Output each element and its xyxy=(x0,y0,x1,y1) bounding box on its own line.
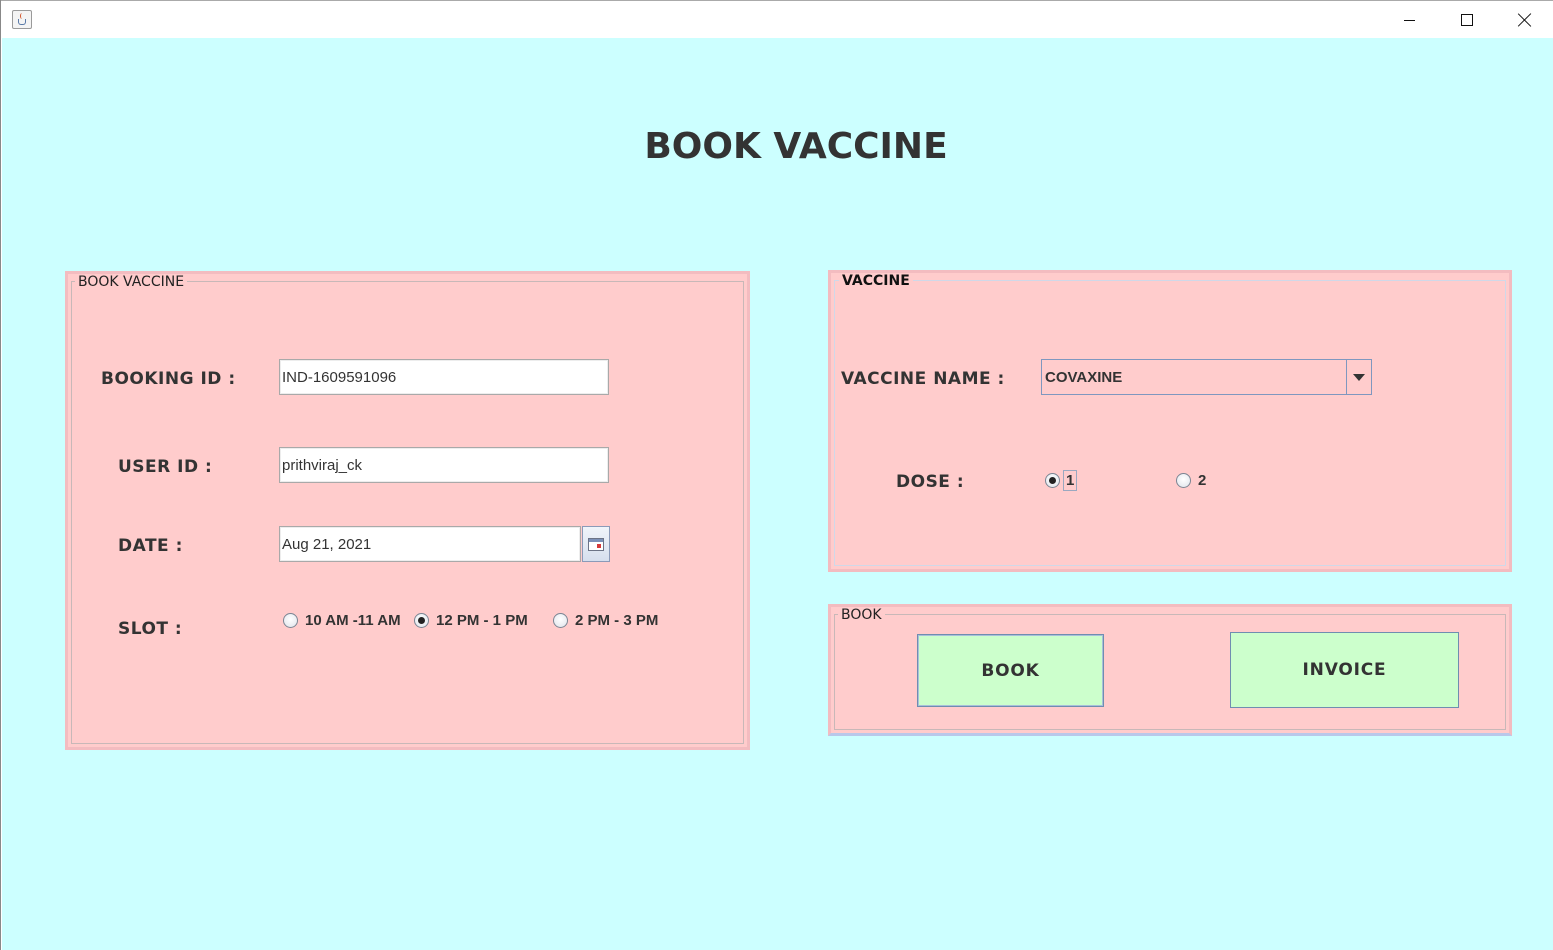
maximize-icon xyxy=(1461,14,1473,26)
slot-option-label: 2 PM - 3 PM xyxy=(575,612,659,629)
radio-button-selected[interactable] xyxy=(1045,473,1060,488)
slot-option-12pm[interactable]: 12 PM - 1 PM xyxy=(414,612,528,629)
title-bar xyxy=(1,0,1553,38)
user-id-label: USER ID : xyxy=(118,457,213,477)
dose-option-2[interactable]: 2 xyxy=(1176,472,1206,489)
dose-option-1[interactable]: 1 xyxy=(1045,470,1078,491)
dropdown-arrow-button[interactable] xyxy=(1347,360,1371,394)
user-id-field[interactable]: prithviraj_ck xyxy=(279,447,609,483)
vaccine-panel-border xyxy=(834,280,1506,566)
slot-option-label: 10 AM -11 AM xyxy=(305,612,401,629)
content-area: BOOK VACCINE BOOK VACCINE BOOKING ID : I… xyxy=(2,38,1553,950)
app-window: BOOK VACCINE BOOK VACCINE BOOKING ID : I… xyxy=(0,0,1553,950)
dose-option-label: 2 xyxy=(1198,472,1207,489)
close-button[interactable] xyxy=(1496,1,1553,39)
vaccine-name-value: COVAXINE xyxy=(1042,360,1347,394)
dose-label: DOSE : xyxy=(896,472,965,492)
minimize-button[interactable] xyxy=(1380,1,1438,39)
close-icon xyxy=(1518,13,1532,27)
vaccine-name-select[interactable]: COVAXINE xyxy=(1041,359,1372,395)
radio-button[interactable] xyxy=(1176,473,1191,488)
vaccine-name-label: VACCINE NAME : xyxy=(841,369,1005,389)
date-label: DATE : xyxy=(118,536,183,556)
book-panel: BOOK BOOK INVOICE xyxy=(828,604,1512,736)
chevron-down-icon xyxy=(1353,373,1365,381)
date-field[interactable]: Aug 21, 2021 xyxy=(279,526,581,562)
book-panel-title: BOOK xyxy=(838,607,885,623)
booking-id-field[interactable]: IND-1609591096 xyxy=(279,359,609,395)
calendar-icon xyxy=(588,537,604,551)
book-button[interactable]: BOOK xyxy=(917,634,1104,707)
slot-option-2pm[interactable]: 2 PM - 3 PM xyxy=(553,612,658,629)
cup-shape xyxy=(18,19,26,25)
vaccine-panel: VACCINE VACCINE NAME : COVAXINE DOSE : 1… xyxy=(828,270,1512,572)
radio-button[interactable] xyxy=(553,613,568,628)
vaccine-panel-title: VACCINE xyxy=(839,273,913,289)
dose-option-label: 1 xyxy=(1062,470,1078,491)
radio-button[interactable] xyxy=(283,613,298,628)
page-title: BOOK VACCINE xyxy=(644,126,948,167)
slot-option-10am[interactable]: 10 AM -11 AM xyxy=(283,612,401,629)
booking-id-label: BOOKING ID : xyxy=(101,369,236,389)
slot-label: SLOT : xyxy=(118,619,183,639)
booking-panel: BOOK VACCINE BOOKING ID : IND-1609591096… xyxy=(65,271,750,750)
booking-panel-border xyxy=(71,281,744,744)
booking-panel-title: BOOK VACCINE xyxy=(75,274,188,290)
java-cup-icon[interactable] xyxy=(12,10,32,29)
minimize-icon xyxy=(1403,19,1415,21)
date-picker-button[interactable] xyxy=(582,526,610,562)
slot-option-label: 12 PM - 1 PM xyxy=(436,612,528,629)
maximize-button[interactable] xyxy=(1438,1,1496,39)
invoice-button[interactable]: INVOICE xyxy=(1230,632,1459,708)
radio-button-selected[interactable] xyxy=(414,613,429,628)
